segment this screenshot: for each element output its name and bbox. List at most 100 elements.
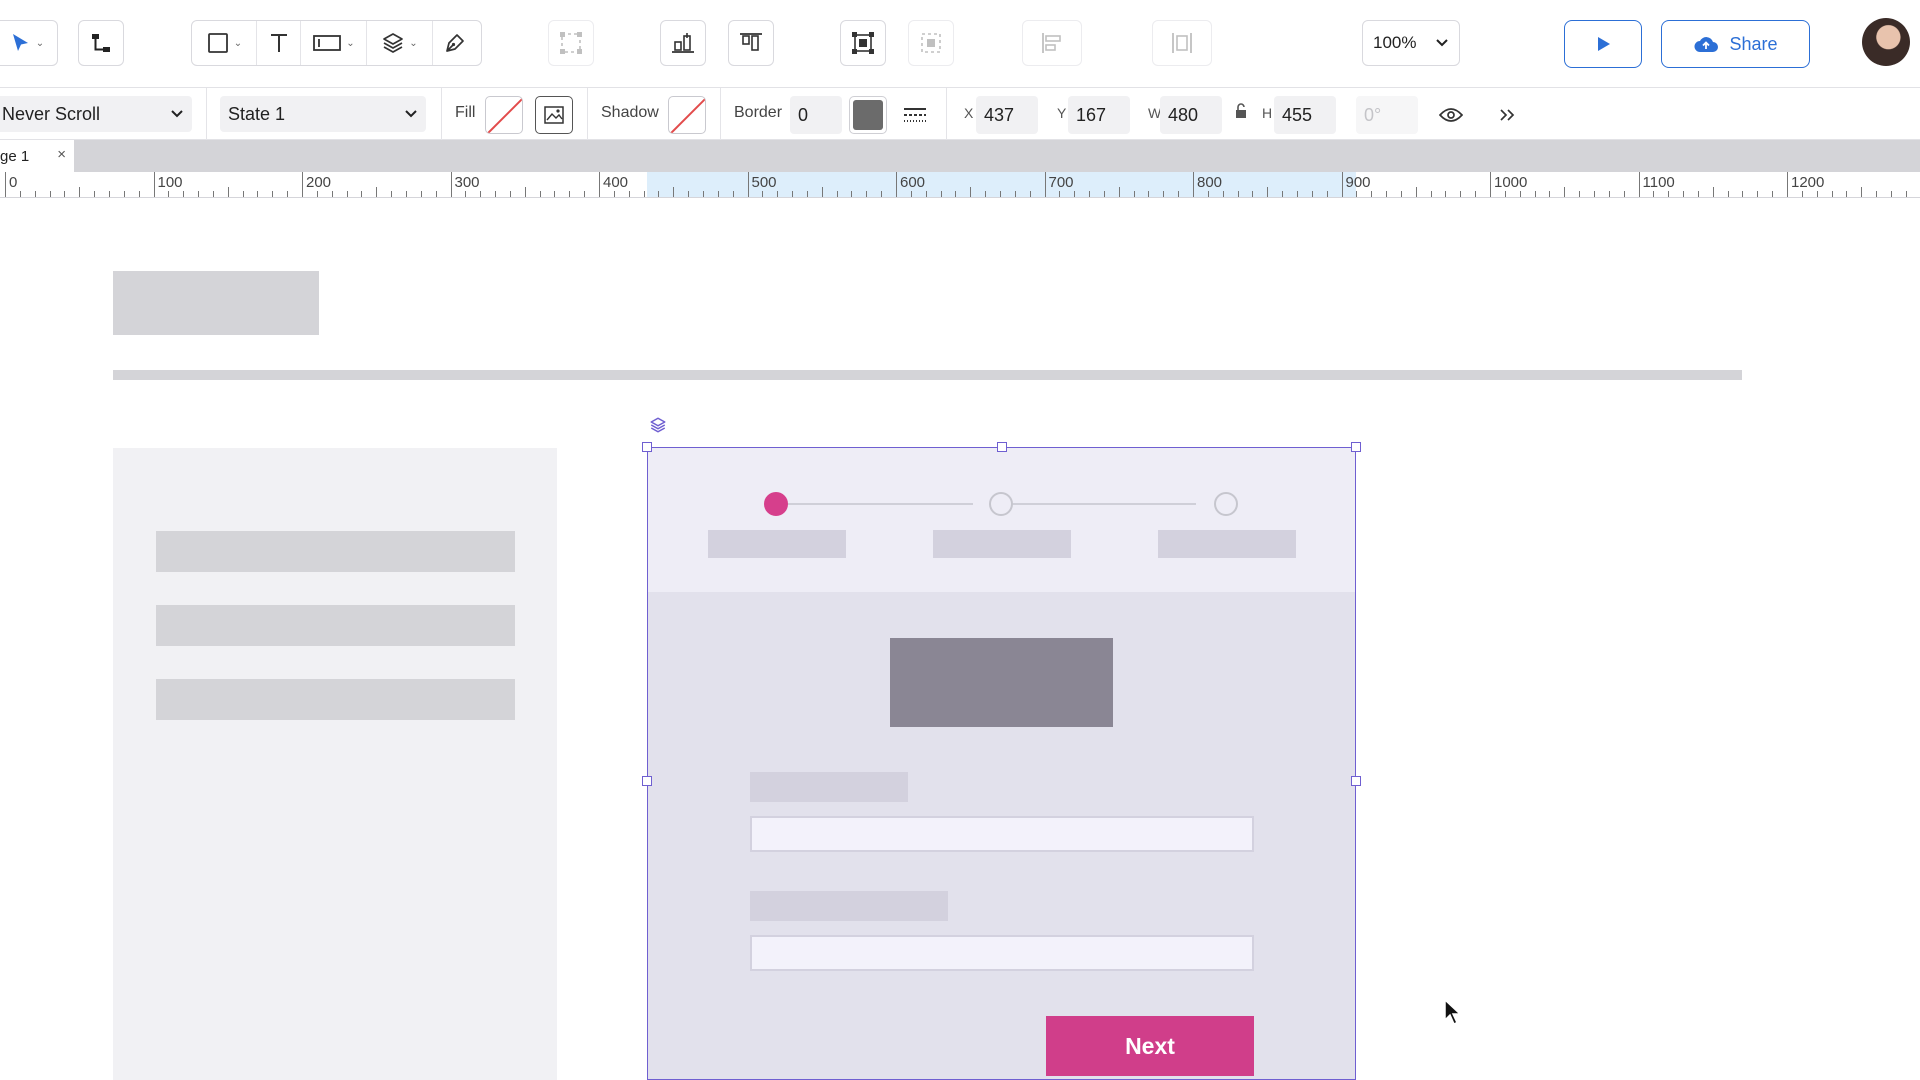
- user-avatar[interactable]: [1862, 18, 1910, 66]
- field-label-placeholder: [750, 891, 948, 921]
- ruler-tick: [955, 191, 957, 197]
- layers-tool-button[interactable]: ⌄: [366, 21, 432, 65]
- page-tab[interactable]: ge 1 ×: [0, 140, 74, 172]
- bring-forward-button[interactable]: [660, 20, 706, 66]
- image-placeholder[interactable]: [890, 638, 1113, 727]
- ruler-tick: [1890, 191, 1892, 197]
- chevron-down-icon: [1436, 39, 1448, 47]
- input-tool-button[interactable]: ⌄: [300, 21, 366, 65]
- x-field[interactable]: 437: [976, 96, 1038, 134]
- rectangle-tool-button[interactable]: ⌄: [192, 21, 256, 65]
- state-select[interactable]: State 1: [220, 96, 426, 132]
- preview-button[interactable]: [1564, 20, 1642, 68]
- resize-handle-top-left[interactable]: [642, 442, 652, 452]
- align-button[interactable]: [1022, 20, 1082, 66]
- sidebar-item-placeholder[interactable]: [156, 531, 515, 572]
- text-tool-button[interactable]: [256, 21, 300, 65]
- scroll-mode-select[interactable]: Never Scroll: [0, 96, 192, 132]
- resize-handle-top[interactable]: [997, 442, 1007, 452]
- next-button[interactable]: Next: [1046, 1016, 1254, 1076]
- ruler-tick: [316, 191, 318, 197]
- ruler-tick: [821, 187, 823, 197]
- ruler-tick: [1445, 191, 1447, 197]
- w-field[interactable]: 480: [1160, 96, 1222, 134]
- ruler-tick: [1787, 172, 1788, 197]
- ruler-tick: [613, 191, 615, 197]
- border-width-field[interactable]: 0: [790, 96, 842, 134]
- resize-handle-top-right[interactable]: [1351, 442, 1361, 452]
- sidebar-panel-placeholder[interactable]: [113, 448, 557, 1080]
- ruler-tick: [376, 187, 378, 197]
- ruler-tick: [480, 191, 482, 197]
- text-field-placeholder[interactable]: [750, 816, 1254, 852]
- select-tool-group[interactable]: ⌄: [0, 20, 58, 66]
- ruler-tick: [940, 191, 942, 197]
- ruler-tick: [1519, 191, 1521, 197]
- ruler-tick: [1133, 191, 1135, 197]
- fill-color-swatch[interactable]: [485, 96, 523, 134]
- zoom-select[interactable]: 100%: [1362, 20, 1460, 66]
- select-tool-button[interactable]: ⌄: [0, 21, 56, 65]
- ruler-tick: [1460, 191, 1462, 197]
- pen-tool-button[interactable]: [432, 21, 476, 65]
- align-top-icon: [740, 33, 762, 51]
- shadow-color-swatch[interactable]: [668, 96, 706, 134]
- step-2-label-placeholder: [933, 530, 1071, 558]
- ruler-tick: [1475, 191, 1477, 197]
- visibility-toggle[interactable]: [1436, 102, 1466, 128]
- ruler-tick: [881, 191, 883, 197]
- border-color-swatch[interactable]: [849, 96, 887, 134]
- logo-placeholder[interactable]: [113, 271, 319, 335]
- resize-handle-right[interactable]: [1351, 776, 1361, 786]
- wizard-dynamic-panel[interactable]: Next: [647, 447, 1356, 1080]
- more-properties-button[interactable]: [1494, 102, 1522, 128]
- stepper-line: [776, 503, 973, 505]
- step-3-label-placeholder: [1158, 530, 1296, 558]
- image-fill-button[interactable]: [535, 96, 573, 134]
- ruler-tick: [1579, 191, 1581, 197]
- connector-tool-button[interactable]: [78, 20, 124, 66]
- design-canvas[interactable]: Next: [0, 198, 1920, 1080]
- close-icon[interactable]: ×: [57, 146, 66, 163]
- step-1-indicator[interactable]: [764, 492, 788, 516]
- cloud-upload-icon: [1694, 37, 1719, 52]
- ruler-tick: [1742, 191, 1744, 197]
- group-icon: [560, 32, 582, 54]
- divider: [720, 88, 721, 140]
- border-style-button[interactable]: [900, 102, 930, 128]
- ruler-tick: [1772, 191, 1774, 197]
- distribute-button[interactable]: [1152, 20, 1212, 66]
- ruler-tick: [1697, 191, 1699, 197]
- rotation-field[interactable]: 0°: [1356, 96, 1418, 134]
- ruler-tick: [1178, 191, 1180, 197]
- share-button[interactable]: Share: [1661, 20, 1810, 68]
- ruler-tick: [1846, 191, 1848, 197]
- lock-icon[interactable]: [1234, 102, 1248, 120]
- step-2-indicator[interactable]: [989, 492, 1013, 516]
- sidebar-item-placeholder[interactable]: [156, 605, 515, 646]
- create-component-button[interactable]: [840, 20, 886, 66]
- ruler-tick: [925, 191, 927, 197]
- page-tab-label: ge 1: [0, 147, 30, 165]
- distribute-icon: [1172, 33, 1192, 53]
- sidebar-item-placeholder[interactable]: [156, 679, 515, 720]
- group-button[interactable]: [548, 20, 594, 66]
- ungroup-button[interactable]: [908, 20, 954, 66]
- ruler-tick: [1282, 191, 1284, 197]
- component-layer-badge[interactable]: [647, 414, 669, 436]
- header-divider-placeholder[interactable]: [113, 370, 1742, 380]
- ruler-tick: [1074, 191, 1076, 197]
- ruler-tick: [1415, 187, 1417, 197]
- ruler-tick: [732, 191, 734, 197]
- step-3-indicator[interactable]: [1214, 492, 1238, 516]
- ruler-tick: [1356, 191, 1358, 197]
- y-field[interactable]: 167: [1068, 96, 1130, 134]
- ruler-label: 100: [157, 174, 183, 191]
- text-field-placeholder[interactable]: [750, 935, 1254, 971]
- text-icon: [270, 34, 287, 52]
- resize-handle-left[interactable]: [642, 776, 652, 786]
- h-field[interactable]: 455: [1274, 96, 1336, 134]
- ruler-tick: [1490, 172, 1491, 197]
- page-tab-strip: ge 1 ×: [0, 140, 1920, 172]
- send-backward-button[interactable]: [728, 20, 774, 66]
